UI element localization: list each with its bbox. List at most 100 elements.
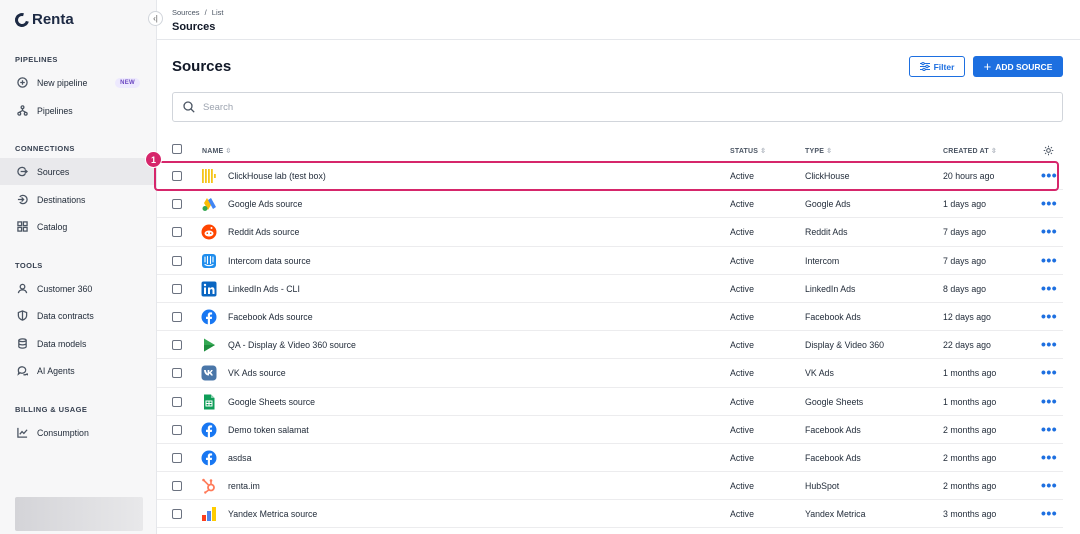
row-checkbox[interactable] <box>172 199 182 210</box>
row-checkbox[interactable] <box>172 452 182 463</box>
more-actions-icon[interactable]: ••• <box>1041 280 1057 296</box>
more-actions-icon[interactable]: ••• <box>1041 421 1057 437</box>
row-checkbox[interactable] <box>172 227 182 238</box>
table-row[interactable]: VK Ads source Active VK Ads 1 months ago ••• <box>157 359 1063 388</box>
source-name[interactable]: Intercom data source <box>228 256 311 266</box>
row-checkbox[interactable] <box>172 255 182 266</box>
filter-icon <box>919 62 930 71</box>
table-row[interactable]: Reddit Ads source Active Reddit Ads 7 days … <box>157 218 1063 247</box>
select-all-checkbox[interactable] <box>172 144 182 154</box>
table-row[interactable]: Facebook Ads source Active Facebook Ads 12 … <box>157 303 1063 332</box>
table-row[interactable]: renta.im Active HubSpot 2 months ago ••• <box>157 472 1063 501</box>
renta-logo[interactable]: Renta <box>12 9 74 30</box>
table-row[interactable]: QA - Display & Video 360 source Active Dis… <box>157 331 1063 360</box>
user-profile-placeholder[interactable] <box>15 497 143 531</box>
new-badge: NEW <box>115 77 140 88</box>
source-created-at: 20 hours ago <box>943 171 995 181</box>
table-row[interactable]: Google Sheets source Active Google Sheets 1… <box>157 388 1063 416</box>
vk-icon <box>201 365 217 381</box>
source-type: LinkedIn Ads <box>805 283 856 294</box>
row-checkbox[interactable] <box>172 171 182 181</box>
table-row[interactable]: asdsa Active Facebook Ads 2 months ago ••• <box>157 444 1063 473</box>
linkedin-icon <box>201 281 217 297</box>
source-type: Facebook Ads <box>805 424 861 435</box>
sidebar-section-tools: TOOLS <box>15 261 43 270</box>
sidebar-item-label: Consumption <box>37 427 89 438</box>
source-name[interactable]: Yandex Metrica source <box>228 509 317 519</box>
more-actions-icon[interactable]: ••• <box>1041 223 1057 239</box>
source-type: Yandex Metrica <box>805 509 866 520</box>
sidebar-item-consumption[interactable]: Consumption <box>0 419 156 446</box>
source-name[interactable]: LinkedIn Ads - CLI <box>228 284 300 294</box>
app-name: Renta <box>32 11 74 28</box>
table-row[interactable]: LinkedIn Ads - CLI Active LinkedIn Ads 8 da… <box>157 275 1063 303</box>
row-checkbox[interactable] <box>172 509 182 520</box>
source-created-at: 22 days ago <box>943 340 991 351</box>
row-checkbox[interactable] <box>172 340 182 351</box>
source-status: Active <box>730 396 754 407</box>
filter-button[interactable]: Filter <box>909 56 965 77</box>
source-status: Active <box>730 368 754 379</box>
source-created-at: 7 days ago <box>943 227 987 238</box>
breadcrumb-sources[interactable]: Sources <box>172 8 200 17</box>
source-name[interactable]: asdsa <box>228 453 251 463</box>
source-created-at: 2 months ago <box>943 481 997 492</box>
source-name[interactable]: Facebook Ads source <box>228 312 313 322</box>
sidebar-item-ai-agents[interactable]: AI Agents <box>0 357 156 384</box>
sidebar-item-sources[interactable]: Sources <box>0 158 156 185</box>
more-actions-icon[interactable]: ••• <box>1041 505 1057 521</box>
table-row[interactable]: Intercom data source Active Intercom 7 days… <box>157 247 1063 275</box>
row-checkbox[interactable] <box>172 481 182 492</box>
sidebar-item-new-pipeline[interactable]: New pipeline NEW <box>0 69 156 96</box>
more-actions-icon[interactable]: ••• <box>1041 308 1057 324</box>
sidebar-item-catalog[interactable]: Catalog <box>0 213 156 240</box>
source-name[interactable]: VK Ads source <box>228 368 286 378</box>
breadcrumb-separator: / <box>204 8 207 17</box>
source-status: Active <box>730 452 754 463</box>
more-actions-icon[interactable]: ••• <box>1041 336 1057 352</box>
more-actions-icon[interactable]: ••• <box>1041 167 1057 183</box>
search-input[interactable] <box>203 101 1003 113</box>
more-actions-icon[interactable]: ••• <box>1041 449 1057 465</box>
more-actions-icon[interactable]: ••• <box>1041 393 1057 409</box>
sidebar-item-customer-360[interactable]: Customer 360 <box>0 275 156 302</box>
renta-logo-icon <box>12 9 32 30</box>
source-name[interactable]: Google Ads source <box>228 199 302 209</box>
table-row[interactable]: Google Ads source Active Google Ads 1 days … <box>157 190 1063 219</box>
column-created[interactable]: CREATED AT ⇳ <box>943 147 997 156</box>
table-row[interactable]: ClickHouse lab (test box) Active ClickHous… <box>157 162 1063 191</box>
source-name[interactable]: QA - Display & Video 360 source <box>228 340 356 350</box>
more-actions-icon[interactable]: ••• <box>1041 364 1057 380</box>
sidebar-item-destinations[interactable]: Destinations <box>0 186 156 213</box>
table-row[interactable]: Yandex Metrica source Active Yandex Metric… <box>157 500 1063 529</box>
row-checkbox[interactable] <box>172 396 182 407</box>
row-checkbox[interactable] <box>172 368 182 379</box>
sidebar-item-data-contracts[interactable]: Data contracts <box>0 302 156 329</box>
add-source-button[interactable]: + ADD SOURCE <box>973 56 1063 77</box>
more-actions-icon[interactable]: ••• <box>1041 195 1057 211</box>
sidebar-item-label: Data models <box>37 338 87 349</box>
column-status[interactable]: STATUS ⇳ <box>730 147 766 156</box>
source-name[interactable]: Demo token salamat <box>228 425 309 435</box>
table-row[interactable]: Demo token salamat Active Facebook Ads 2 mo… <box>157 416 1063 444</box>
source-name[interactable]: Google Sheets source <box>228 397 315 407</box>
source-name[interactable]: Reddit Ads source <box>228 227 299 237</box>
column-type[interactable]: TYPE ⇳ <box>805 147 832 156</box>
gear-icon[interactable] <box>1043 145 1054 156</box>
reddit-icon <box>201 224 217 240</box>
row-checkbox[interactable] <box>172 424 182 435</box>
more-actions-icon[interactable]: ••• <box>1041 252 1057 268</box>
collapse-sidebar-button[interactable]: ‹| <box>148 11 163 26</box>
facebook-icon <box>201 422 217 438</box>
source-name[interactable]: ClickHouse lab (test box) <box>228 171 326 181</box>
sidebar-item-pipelines[interactable]: Pipelines <box>0 97 156 124</box>
row-checkbox[interactable] <box>172 311 182 322</box>
sidebar-item-data-models[interactable]: Data models <box>0 330 156 357</box>
sidebar-item-label: Pipelines <box>37 105 73 116</box>
row-checkbox[interactable] <box>172 283 182 294</box>
column-status-label: STATUS <box>730 147 759 155</box>
more-actions-icon[interactable]: ••• <box>1041 477 1057 493</box>
column-name[interactable]: NAME ⇳ <box>202 147 232 156</box>
source-name[interactable]: renta.im <box>228 481 260 491</box>
add-source-label: ADD SOURCE <box>995 61 1053 72</box>
